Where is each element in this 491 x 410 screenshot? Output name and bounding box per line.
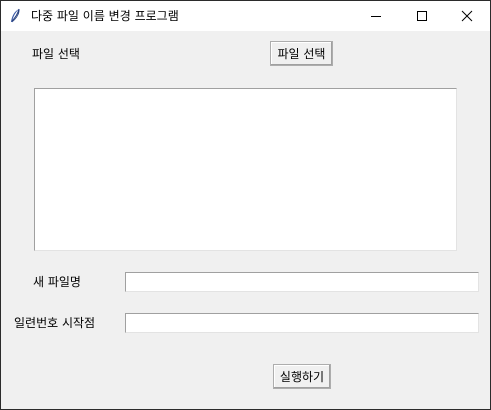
close-button[interactable] <box>444 1 490 31</box>
window-title: 다중 파일 이름 변경 프로그램 <box>31 9 179 23</box>
file-select-button[interactable]: 파일 선택 <box>270 41 333 66</box>
maximize-button[interactable] <box>399 1 445 31</box>
new-name-input[interactable] <box>125 272 479 292</box>
serial-start-label: 일련번호 시작점 <box>14 316 96 330</box>
minimize-icon <box>371 16 381 17</box>
app-window: 다중 파일 이름 변경 프로그램 파일 선택 파일 선택 새 파일명 일련번호 … <box>0 0 491 410</box>
file-listbox[interactable] <box>34 88 457 251</box>
title-bar[interactable]: 다중 파일 이름 변경 프로그램 <box>1 1 490 31</box>
feather-icon <box>9 8 21 24</box>
close-icon <box>461 10 473 22</box>
serial-start-input[interactable] <box>125 313 479 333</box>
run-button[interactable]: 실행하기 <box>273 364 331 389</box>
file-select-label: 파일 선택 <box>32 47 80 61</box>
minimize-button[interactable] <box>353 1 399 31</box>
new-name-label: 새 파일명 <box>33 275 81 289</box>
maximize-icon <box>417 11 427 21</box>
